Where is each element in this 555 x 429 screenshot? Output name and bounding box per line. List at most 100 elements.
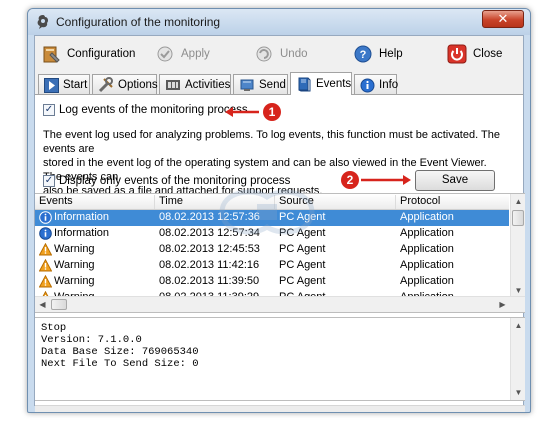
book-icon xyxy=(296,76,312,92)
cell-event: Warning xyxy=(54,275,95,287)
table-horizontal-scrollbar[interactable]: ◀ ▶ xyxy=(35,296,525,312)
display-only-label: Display only events of the monitoring pr… xyxy=(59,175,291,187)
details-vertical-scrollbar[interactable]: ▲ ▼ xyxy=(510,318,525,400)
warning-icon xyxy=(39,275,52,288)
cell-source: PC Agent xyxy=(279,243,326,255)
column-time[interactable]: Time xyxy=(155,195,275,209)
undo-icon xyxy=(254,44,274,64)
tab-options[interactable]: Options xyxy=(92,74,158,95)
cell-event: Information xyxy=(54,211,110,223)
callout-marker-one: 1 xyxy=(263,103,281,121)
close-label: Close xyxy=(473,48,503,60)
column-source[interactable]: Source xyxy=(275,195,396,209)
table-row[interactable]: Warning 08.02.2013 11:42:16 PC Agent App… xyxy=(35,258,509,274)
tab-strip: Start Options Activities Send Events Inf… xyxy=(35,72,523,95)
detail-line: Stop xyxy=(41,322,67,334)
display-only-checkbox[interactable]: ✓ xyxy=(43,175,55,187)
scroll-down-icon[interactable]: ▼ xyxy=(511,385,526,400)
tab-send-label: Send xyxy=(259,79,286,91)
help-button[interactable]: ? Help xyxy=(353,43,403,65)
scroll-right-icon[interactable]: ▶ xyxy=(495,297,510,312)
send-icon xyxy=(239,77,255,93)
tab-activities[interactable]: Activities xyxy=(159,74,231,95)
scroll-left-icon[interactable]: ◀ xyxy=(35,297,50,312)
tab-start-label: Start xyxy=(63,79,88,91)
tab-send[interactable]: Send xyxy=(233,74,288,95)
tab-events-label: Events xyxy=(316,78,352,90)
film-icon xyxy=(165,77,181,93)
status-bar xyxy=(35,405,525,412)
cell-time: 08.02.2013 11:39:50 xyxy=(159,275,260,287)
undo-button[interactable]: Undo xyxy=(254,43,308,65)
play-icon xyxy=(44,77,59,93)
callout-marker-two: 2 xyxy=(341,171,359,189)
cell-event: Warning xyxy=(54,259,95,271)
detail-line: Version: 7.1.0.0 xyxy=(41,334,142,346)
table-vertical-scrollbar[interactable]: ▲ ▼ xyxy=(510,194,525,298)
title-bar[interactable]: Configuration of the monitoring ✕ xyxy=(28,9,530,35)
window-title: Configuration of the monitoring xyxy=(56,15,221,29)
log-events-checkbox[interactable]: ✓ xyxy=(43,104,55,116)
configuration-button[interactable]: Configuration xyxy=(41,43,135,65)
cell-protocol: Application xyxy=(400,243,454,255)
cell-protocol: Application xyxy=(400,259,454,271)
info-icon xyxy=(360,77,375,93)
table-row[interactable]: Warning 08.02.2013 12:45:53 PC Agent App… xyxy=(35,242,509,258)
arrow-two-icon xyxy=(361,175,411,185)
column-protocol[interactable]: Protocol xyxy=(396,195,509,209)
detail-line: Next File To Send Size: 0 xyxy=(41,358,199,370)
cell-time: 08.02.2013 12:45:53 xyxy=(159,243,260,255)
tab-activities-label: Activities xyxy=(185,79,231,91)
log-events-row[interactable]: ✓ Log events of the monitoring process xyxy=(43,104,248,116)
power-icon xyxy=(447,44,467,64)
apply-icon xyxy=(155,44,175,64)
cell-time: 08.02.2013 11:42:16 xyxy=(159,259,260,271)
app-icon xyxy=(37,15,49,29)
save-button[interactable]: Save xyxy=(415,170,495,191)
warning-icon xyxy=(39,259,52,272)
toolbar: Configuration Apply Undo ? Help Close xyxy=(35,36,523,72)
events-panel: ✓ Log events of the monitoring process 1… xyxy=(35,94,525,412)
cell-event: Information xyxy=(54,227,110,239)
cell-source: PC Agent xyxy=(279,275,326,287)
tab-events[interactable]: Events xyxy=(290,72,352,95)
help-icon: ? xyxy=(353,44,373,64)
table-row[interactable]: Warning 08.02.2013 11:39:50 PC Agent App… xyxy=(35,274,509,290)
table-hscroll-thumb[interactable] xyxy=(51,299,67,310)
arrow-one-icon xyxy=(225,107,259,117)
event-details-box[interactable]: Stop Version: 7.1.0.0 Data Base Size: 76… xyxy=(35,317,525,401)
cell-protocol: Application xyxy=(400,211,454,223)
description-line-1: The event log used for analyzing problem… xyxy=(43,129,500,155)
display-only-row[interactable]: ✓ Display only events of the monitoring … xyxy=(43,175,290,187)
detail-line: Data Base Size: 769065340 xyxy=(41,346,199,358)
table-header: Events Time Source Protocol xyxy=(35,194,509,210)
log-events-label: Log events of the monitoring process xyxy=(59,104,248,116)
info-icon xyxy=(39,227,52,240)
window-close-button[interactable]: ✕ xyxy=(482,10,524,28)
tab-info-label: Info xyxy=(379,79,399,91)
cell-time: 08.02.2013 12:57:34 xyxy=(159,227,260,239)
cell-source: PC Agent xyxy=(279,211,326,223)
table-row[interactable]: Information 08.02.2013 12:57:36 PC Agent… xyxy=(35,210,509,226)
help-label: Help xyxy=(379,48,403,60)
client-area: Configuration Apply Undo ? Help Close St… xyxy=(34,35,525,412)
cell-protocol: Application xyxy=(400,227,454,239)
cell-source: PC Agent xyxy=(279,259,326,271)
events-table: Events Time Source Protocol Information … xyxy=(35,193,525,313)
apply-button[interactable]: Apply xyxy=(155,43,210,65)
configuration-window: Configuration of the monitoring ✕ Config… xyxy=(27,8,531,413)
svg-text:?: ? xyxy=(360,49,367,61)
tab-info[interactable]: Info xyxy=(354,74,399,95)
close-button[interactable]: Close xyxy=(447,43,502,65)
table-row[interactable]: Information 08.02.2013 12:57:34 PC Agent… xyxy=(35,226,509,242)
configuration-label: Configuration xyxy=(67,48,136,60)
scroll-up-icon[interactable]: ▲ xyxy=(511,318,526,333)
undo-label: Undo xyxy=(280,48,308,60)
scroll-up-icon[interactable]: ▲ xyxy=(511,194,525,209)
tools-icon xyxy=(98,77,114,93)
table-scroll-thumb[interactable] xyxy=(512,210,524,226)
tab-start[interactable]: Start xyxy=(38,74,90,95)
column-events[interactable]: Events xyxy=(35,195,155,209)
cell-event: Warning xyxy=(54,243,95,255)
cell-source: PC Agent xyxy=(279,227,326,239)
